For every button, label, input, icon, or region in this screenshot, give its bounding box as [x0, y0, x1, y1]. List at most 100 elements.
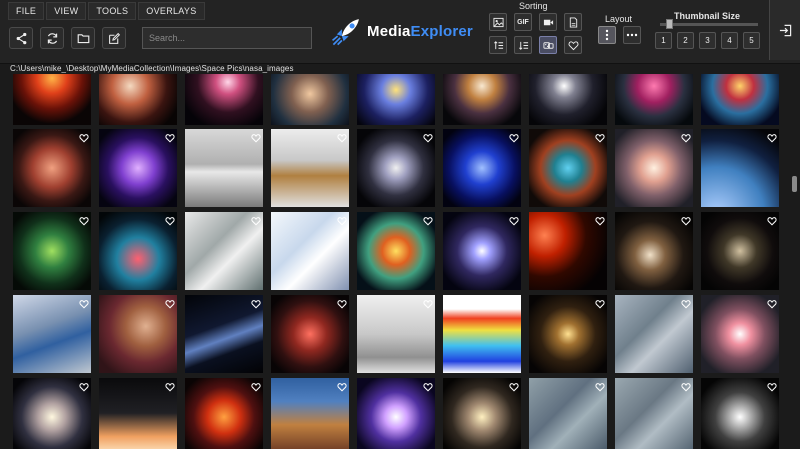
thumbnail-nebula-crab-purple[interactable]	[99, 129, 177, 207]
favorite-heart-icon[interactable]	[165, 213, 175, 226]
thumbnail-nebula-pillar[interactable]	[271, 74, 349, 125]
favorite-heart-icon[interactable]	[251, 296, 261, 309]
favorite-heart-icon[interactable]	[423, 296, 433, 309]
thumbnail-size-1-button[interactable]: 1	[655, 32, 672, 49]
favorite-heart-icon[interactable]	[595, 213, 605, 226]
favorite-heart-icon[interactable]	[79, 379, 89, 392]
thumbnail-temperature-map[interactable]	[443, 295, 521, 373]
favorite-heart-icon[interactable]	[337, 296, 347, 309]
favorite-heart-icon[interactable]	[79, 213, 89, 226]
favorite-heart-icon[interactable]	[251, 379, 261, 392]
favorite-heart-icon[interactable]	[681, 379, 691, 392]
thumbnail-size-5-button[interactable]: 5	[743, 32, 760, 49]
thumbnail-rocket-launch[interactable]	[99, 378, 177, 449]
vertical-scrollbar[interactable]	[789, 74, 800, 449]
favorite-heart-icon[interactable]	[337, 130, 347, 143]
thumbnail-nebula-red[interactable]	[13, 74, 91, 125]
layout-vertical-button[interactable]	[598, 26, 616, 44]
favorite-heart-icon[interactable]	[681, 130, 691, 143]
thumbnail-nebula-orange[interactable]	[99, 74, 177, 125]
favorite-heart-icon[interactable]	[79, 296, 89, 309]
thumbnail-carina-pillars[interactable]	[271, 378, 349, 449]
folder-button[interactable]	[71, 27, 95, 49]
layout-horizontal-button[interactable]	[623, 26, 641, 44]
thumbnail-nebula-green[interactable]	[13, 212, 91, 290]
refresh-button[interactable]	[40, 27, 64, 49]
thumbnail-galaxy-whirlpool[interactable]	[701, 295, 779, 373]
favorite-heart-icon[interactable]	[767, 379, 777, 392]
thumbnail-planet-eclipse[interactable]	[529, 212, 607, 290]
thumbnail-size-slider-handle[interactable]	[666, 19, 673, 29]
thumbnail-starfield-white[interactable]	[529, 74, 607, 125]
thumbnail-earth-horizon[interactable]	[185, 295, 263, 373]
sort-video-button[interactable]	[539, 13, 557, 31]
thumbnail-size-slider[interactable]	[660, 23, 758, 26]
thumbnail-cleanroom-rover[interactable]	[357, 295, 435, 373]
favorite-heart-icon[interactable]	[251, 130, 261, 143]
edit-button[interactable]	[102, 27, 126, 49]
thumbnail-scientist-portrait[interactable]	[99, 295, 177, 373]
menu-file[interactable]: FILE	[8, 2, 45, 20]
sort-images-button[interactable]	[489, 13, 507, 31]
thumbnail-galaxy-andromeda[interactable]	[443, 378, 521, 449]
search-input[interactable]	[142, 27, 312, 49]
thumbnail-astronaut-hubble[interactable]	[13, 295, 91, 373]
sort-favorites-button[interactable]	[564, 36, 582, 54]
favorite-heart-icon[interactable]	[165, 130, 175, 143]
thumbnail-size-2-button[interactable]: 2	[677, 32, 694, 49]
favorite-heart-icon[interactable]	[595, 379, 605, 392]
favorite-heart-icon[interactable]	[79, 130, 89, 143]
thumbnail-star-cluster[interactable]	[443, 212, 521, 290]
menu-tools[interactable]: TOOLS	[88, 2, 137, 20]
thumbnail-galaxy-elliptical[interactable]	[701, 378, 779, 449]
thumbnail-galaxy-blue[interactable]	[357, 74, 435, 125]
favorite-heart-icon[interactable]	[337, 213, 347, 226]
menu-overlays[interactable]: OVERLAYS	[138, 2, 205, 20]
thumbnail-earth-clouds[interactable]	[185, 212, 263, 290]
thumbnail-spacecraft-white[interactable]	[185, 129, 263, 207]
thumbnail-galaxy-spiral-pink[interactable]	[615, 129, 693, 207]
thumbnail-bubble-nebula[interactable]	[529, 129, 607, 207]
favorite-heart-icon[interactable]	[595, 296, 605, 309]
thumbnail-nebula-cyan[interactable]	[701, 74, 779, 125]
thumbnail-galaxy-m81[interactable]	[13, 378, 91, 449]
favorite-heart-icon[interactable]	[423, 130, 433, 143]
favorite-heart-icon[interactable]	[251, 213, 261, 226]
thumbnail-crab-nebula[interactable]	[357, 212, 435, 290]
favorite-heart-icon[interactable]	[165, 379, 175, 392]
thumbnail-earth-coast[interactable]	[615, 295, 693, 373]
favorite-heart-icon[interactable]	[337, 379, 347, 392]
share-button[interactable]	[9, 27, 33, 49]
thumbnail-size-3-button[interactable]: 3	[699, 32, 716, 49]
favorite-heart-icon[interactable]	[767, 130, 777, 143]
thumbnail-nebula-hot[interactable]	[185, 378, 263, 449]
favorite-heart-icon[interactable]	[423, 379, 433, 392]
thumbnail-nebula-pink[interactable]	[615, 74, 693, 125]
thumbnail-earth-river[interactable]	[615, 378, 693, 449]
favorite-heart-icon[interactable]	[595, 130, 605, 143]
sort-descending-button[interactable]	[514, 36, 532, 54]
favorite-heart-icon[interactable]	[767, 296, 777, 309]
favorite-heart-icon[interactable]	[509, 130, 519, 143]
thumbnail-nebula-veil[interactable]	[13, 129, 91, 207]
favorite-heart-icon[interactable]	[509, 379, 519, 392]
sort-ascending-button[interactable]	[489, 36, 507, 54]
thumbnail-earth-ice[interactable]	[271, 212, 349, 290]
thumbnail-galaxy-spiral-edge[interactable]	[357, 129, 435, 207]
thumbnail-galaxy-violet[interactable]	[357, 378, 435, 449]
favorite-heart-icon[interactable]	[165, 296, 175, 309]
sort-gif-button[interactable]: GIF	[514, 13, 532, 31]
thumbnail-earth-satellite[interactable]	[529, 378, 607, 449]
scrollbar-thumb[interactable]	[792, 176, 797, 192]
exit-button[interactable]	[769, 0, 800, 60]
menu-view[interactable]: VIEW	[46, 2, 87, 20]
favorite-heart-icon[interactable]	[423, 213, 433, 226]
thumbnail-galaxy-pink[interactable]	[185, 74, 263, 125]
thumbnail-nebula-blast[interactable]	[443, 74, 521, 125]
sort-random-button[interactable]	[539, 36, 557, 54]
favorite-heart-icon[interactable]	[767, 213, 777, 226]
thumbnail-starfield-dense[interactable]	[701, 212, 779, 290]
sort-pdf-button[interactable]	[564, 13, 582, 31]
favorite-heart-icon[interactable]	[681, 296, 691, 309]
thumbnail-satellite-gold[interactable]	[271, 129, 349, 207]
